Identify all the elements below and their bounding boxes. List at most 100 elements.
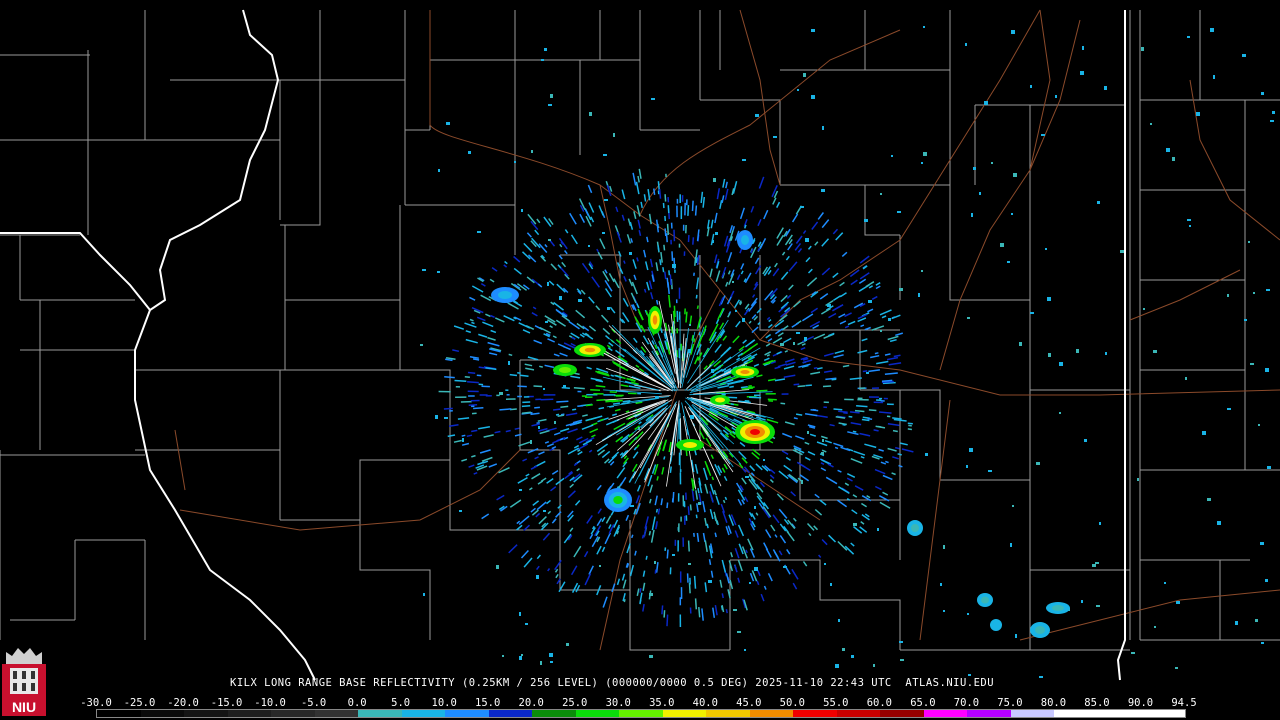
echo-speck	[850, 422, 862, 426]
echo-speck	[710, 570, 714, 578]
highway-line	[174, 429, 186, 491]
echo-speck	[478, 426, 491, 430]
echo-speck	[886, 356, 899, 361]
echo-speck	[1187, 36, 1190, 38]
echo-speck	[1265, 579, 1268, 582]
echo-speck	[879, 309, 892, 316]
echo-speck	[655, 562, 659, 573]
echo-speck	[672, 264, 676, 268]
echo-speck	[487, 341, 500, 347]
echo-speck	[801, 343, 806, 346]
echo-speck	[531, 473, 541, 480]
echo-speck	[921, 270, 923, 272]
echo-speck	[532, 306, 537, 310]
echo-speck	[549, 325, 553, 329]
echo-speck	[744, 496, 749, 503]
echo-speck	[621, 189, 626, 200]
echo-speck	[791, 213, 799, 223]
echo-speck	[858, 278, 867, 285]
county-line	[85, 10, 280, 235]
echo-speck	[469, 296, 476, 301]
scale-label: 5.0	[391, 697, 411, 709]
echo-speck	[423, 593, 425, 596]
echo-speck	[420, 344, 423, 346]
echo-speck	[664, 271, 667, 280]
echo-speck	[1242, 54, 1246, 57]
echo-speck	[666, 223, 670, 235]
echo-speck	[709, 268, 713, 278]
echo-speck	[772, 268, 780, 277]
echo-speck	[573, 444, 580, 449]
echo-speck	[1217, 521, 1221, 525]
echo-speck	[655, 521, 658, 530]
scale-label: 10.0	[431, 697, 457, 709]
echo-speck	[782, 432, 793, 438]
echo-speck	[695, 490, 699, 500]
echo-speck	[790, 491, 797, 497]
county-line	[599, 10, 781, 185]
echo-speck	[770, 524, 776, 532]
echo-speck	[519, 374, 529, 378]
echo-speck	[1047, 297, 1051, 301]
echo-speck	[521, 654, 523, 656]
echo-speck	[873, 664, 875, 667]
scale-label: 35.0	[649, 697, 675, 709]
product-name: LONG RANGE BASE REFLECTIVITY (0.25KM / 2…	[264, 677, 749, 689]
echo-speck	[663, 456, 666, 460]
colorbar-segment	[271, 710, 315, 717]
echo-speck	[1258, 424, 1260, 426]
echo-speck	[813, 366, 818, 370]
echo-speck	[615, 206, 619, 213]
radar-echoes	[420, 26, 1275, 678]
echo-speck	[607, 347, 613, 352]
echo-speck	[630, 505, 634, 507]
echo-speck	[446, 122, 450, 125]
echo-speck	[509, 373, 518, 377]
echo-speck	[967, 613, 969, 615]
echo-speck	[661, 467, 665, 475]
echo-speck	[637, 219, 641, 229]
echo-speck	[814, 241, 819, 246]
echo-speck	[861, 418, 870, 422]
echo-speck	[589, 112, 592, 116]
scale-label: 80.0	[1040, 697, 1067, 709]
echo-speck	[631, 463, 638, 472]
echo-speck	[664, 194, 667, 202]
echo-speck	[818, 554, 822, 558]
echo-speck	[1253, 292, 1255, 294]
echo-speck	[859, 272, 870, 280]
echo-speck	[867, 308, 874, 313]
echo-speck	[923, 152, 927, 156]
echo-speck	[596, 484, 602, 491]
echo-speck	[793, 417, 798, 420]
echo-speck	[806, 277, 818, 287]
echo-speck	[755, 512, 759, 516]
colorbar-segment	[1010, 710, 1055, 717]
echo-speck	[609, 306, 616, 314]
scale-label: 30.0	[605, 697, 631, 709]
echo-speck	[574, 499, 581, 506]
product-caption: KILX LONG RANGE BASE REFLECTIVITY (0.25K…	[230, 677, 994, 689]
echo-speck	[837, 469, 842, 473]
echo-speck	[833, 442, 844, 448]
echo-speck	[820, 467, 827, 472]
echo-speck	[569, 483, 574, 488]
echo-speck	[467, 371, 476, 375]
echo-speck	[570, 342, 576, 347]
echo-speck	[513, 267, 522, 275]
echo-speck	[569, 212, 577, 225]
echo-speck	[536, 565, 540, 571]
highway-line	[639, 29, 901, 216]
echo-speck	[692, 237, 695, 245]
echo-speck	[1143, 308, 1145, 310]
echo-speck	[853, 523, 857, 526]
colorbar-segment	[749, 710, 794, 717]
echo-speck	[830, 583, 832, 586]
echo-speck	[1120, 250, 1124, 253]
echo-speck	[733, 609, 737, 611]
echo-speck	[586, 366, 592, 370]
echo-speck	[744, 649, 746, 651]
highway-line	[679, 239, 1280, 396]
echo-speck	[656, 476, 659, 481]
echo-speck	[750, 205, 755, 213]
